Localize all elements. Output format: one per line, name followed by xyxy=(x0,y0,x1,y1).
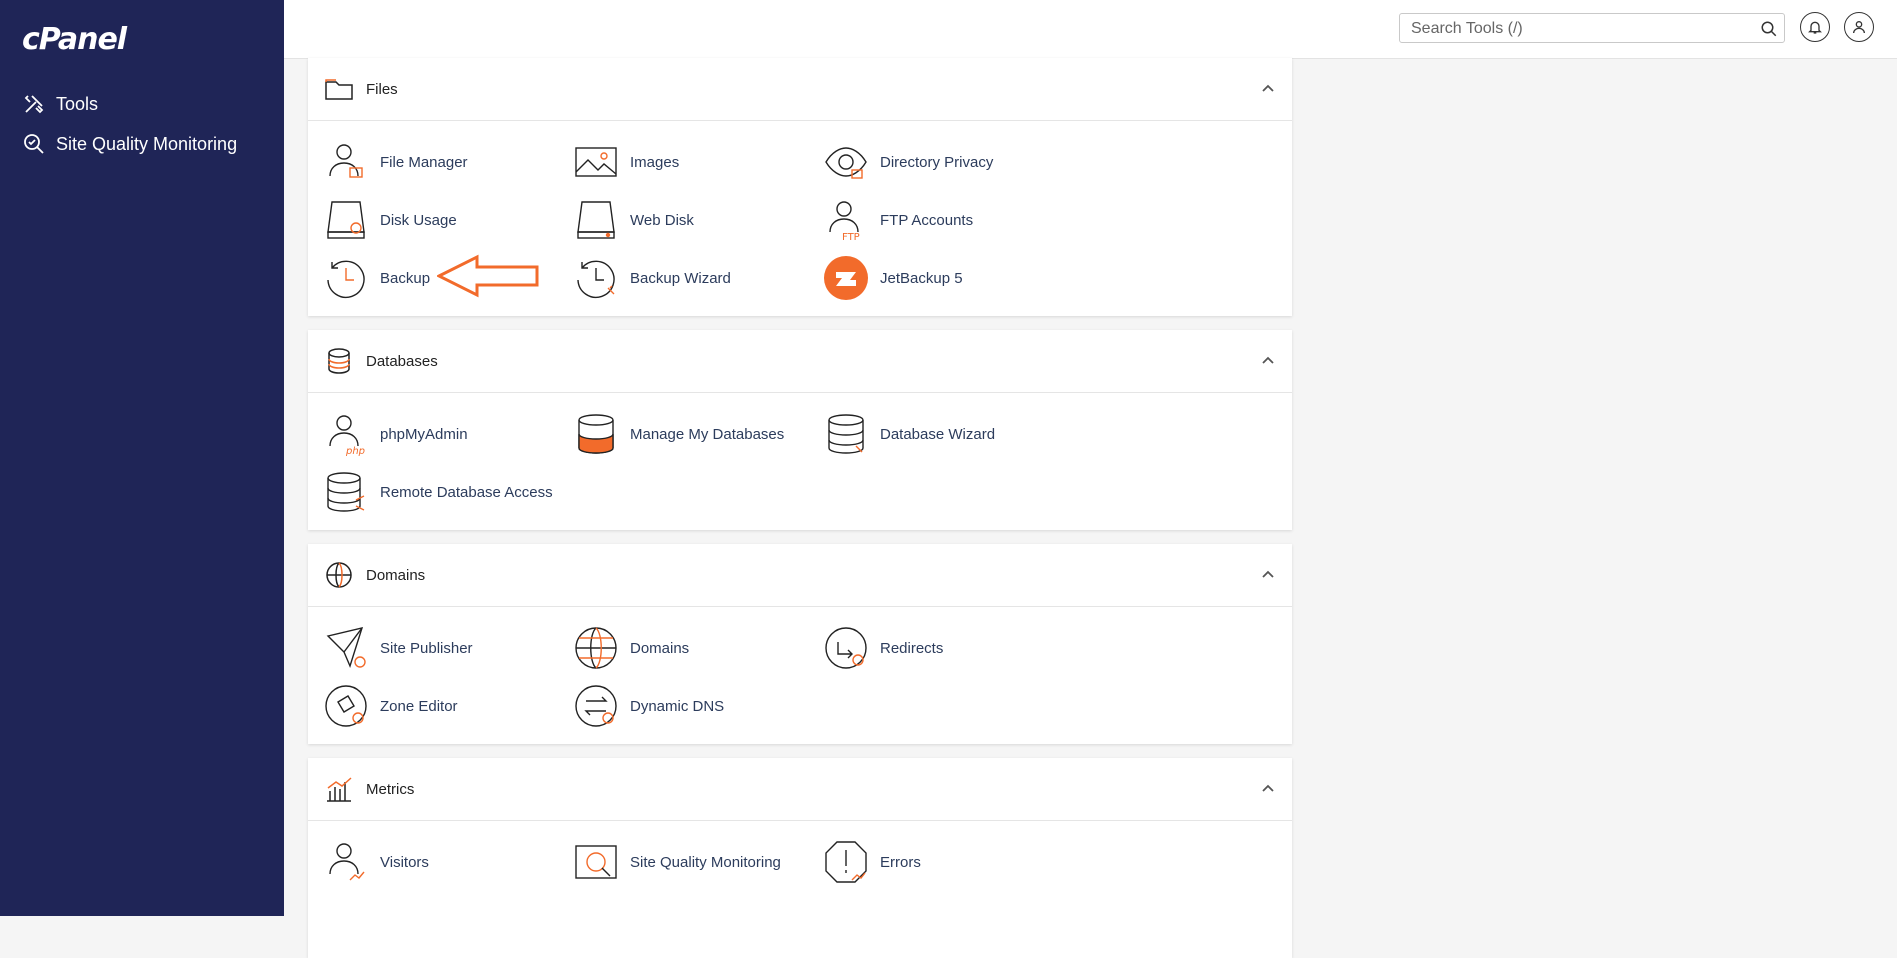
jetbackup-icon xyxy=(824,256,868,300)
section-metrics: Metrics Visitors Site Quality Monitoring… xyxy=(308,758,1292,958)
section-header[interactable]: Metrics xyxy=(308,758,1292,821)
site-quality-monitoring-icon xyxy=(575,845,617,879)
user-menu-button[interactable] xyxy=(1844,12,1874,42)
disk-usage-icon xyxy=(327,201,365,239)
tool-ftp-accounts[interactable]: FTP FTP Accounts xyxy=(824,198,973,242)
tool-phpmyadmin[interactable]: php phpMyAdmin xyxy=(324,412,468,456)
database-wizard-icon xyxy=(828,414,864,454)
tool-visitors[interactable]: Visitors xyxy=(324,840,429,884)
backup-icon xyxy=(327,260,365,299)
search-icon[interactable] xyxy=(1760,20,1778,38)
section-domains: Domains Site Publisher Domains Redirects… xyxy=(308,544,1292,744)
site-publisher-icon xyxy=(326,627,366,669)
dynamic-dns-icon xyxy=(575,685,617,727)
section-header[interactable]: Files xyxy=(308,58,1292,121)
svg-text:FTP: FTP xyxy=(842,232,860,242)
remote-database-icon xyxy=(327,472,365,512)
section-title: Files xyxy=(366,80,398,98)
tool-jetbackup[interactable]: JetBackup 5 xyxy=(824,256,963,300)
tools-icon xyxy=(24,95,44,114)
phpmyadmin-icon: php xyxy=(329,415,365,456)
eye-icon xyxy=(825,147,867,179)
tool-file-manager[interactable]: File Manager xyxy=(324,140,468,184)
sidebar-item-label: Tools xyxy=(56,93,99,114)
tool-images[interactable]: Images xyxy=(574,140,679,184)
search-input[interactable] xyxy=(1409,14,1753,44)
site-quality-icon xyxy=(24,134,44,154)
annotation-arrow xyxy=(437,254,539,298)
tool-database-wizard[interactable]: Database Wizard xyxy=(824,412,995,456)
folder-icon xyxy=(325,79,353,100)
sidebar-item-site-quality-monitoring[interactable]: Site Quality Monitoring xyxy=(22,132,237,156)
tool-redirects[interactable]: Redirects xyxy=(824,626,943,670)
redirects-icon xyxy=(825,627,867,669)
bell-icon xyxy=(1808,21,1822,34)
errors-icon xyxy=(825,841,867,883)
tool-errors[interactable]: Errors xyxy=(824,840,921,884)
section-databases: Databases php phpMyAdmin Manage My Datab… xyxy=(308,330,1292,530)
images-icon xyxy=(575,147,617,177)
chevron-up-icon[interactable] xyxy=(1260,781,1276,797)
section-title: Databases xyxy=(366,352,438,370)
database-icon xyxy=(328,348,350,374)
svg-text:php: php xyxy=(345,446,365,456)
section-header[interactable]: Domains xyxy=(308,544,1292,607)
sidebar-item-tools[interactable]: Tools xyxy=(22,92,98,116)
zone-editor-icon xyxy=(325,685,367,727)
metrics-icon xyxy=(327,777,352,802)
section-header[interactable]: Databases xyxy=(308,330,1292,393)
ftp-accounts-icon: FTP xyxy=(829,201,860,242)
user-icon xyxy=(1853,21,1865,34)
cpanel-logo[interactable]: cPanel xyxy=(22,22,127,57)
chevron-up-icon[interactable] xyxy=(1260,567,1276,583)
tool-zone-editor[interactable]: Zone Editor xyxy=(324,684,458,728)
tool-disk-usage[interactable]: Disk Usage xyxy=(324,198,457,242)
tool-site-quality-monitoring[interactable]: Site Quality Monitoring xyxy=(574,840,781,884)
section-title: Domains xyxy=(366,566,426,584)
tool-web-disk[interactable]: Web Disk xyxy=(574,198,694,242)
chevron-up-icon[interactable] xyxy=(1260,353,1276,369)
tool-domains[interactable]: Domains xyxy=(574,626,689,670)
notifications-button[interactable] xyxy=(1800,12,1830,42)
tool-dynamic-dns[interactable]: Dynamic DNS xyxy=(574,684,724,728)
web-disk-icon xyxy=(577,201,615,239)
tool-backup[interactable]: Backup xyxy=(324,256,430,300)
manage-databases-icon xyxy=(578,414,614,454)
tool-manage-my-databases[interactable]: Manage My Databases xyxy=(574,412,784,456)
domains-icon xyxy=(575,627,617,669)
backup-wizard-icon xyxy=(577,260,615,299)
section-title: Metrics xyxy=(366,780,415,798)
globe-icon xyxy=(326,562,352,588)
visitors-icon xyxy=(329,843,365,881)
file-manager-icon xyxy=(329,144,363,178)
search-box[interactable] xyxy=(1399,13,1785,44)
sidebar: cPanel Tools Site Quality Monitoring xyxy=(0,0,284,916)
tool-site-publisher[interactable]: Site Publisher xyxy=(324,626,473,670)
tool-backup-wizard[interactable]: Backup Wizard xyxy=(574,256,731,300)
chevron-up-icon[interactable] xyxy=(1260,81,1276,97)
sidebar-item-label: Site Quality Monitoring xyxy=(56,133,238,154)
tool-remote-database-access[interactable]: Remote Database Access xyxy=(324,470,553,514)
tool-directory-privacy[interactable]: Directory Privacy xyxy=(824,140,993,184)
